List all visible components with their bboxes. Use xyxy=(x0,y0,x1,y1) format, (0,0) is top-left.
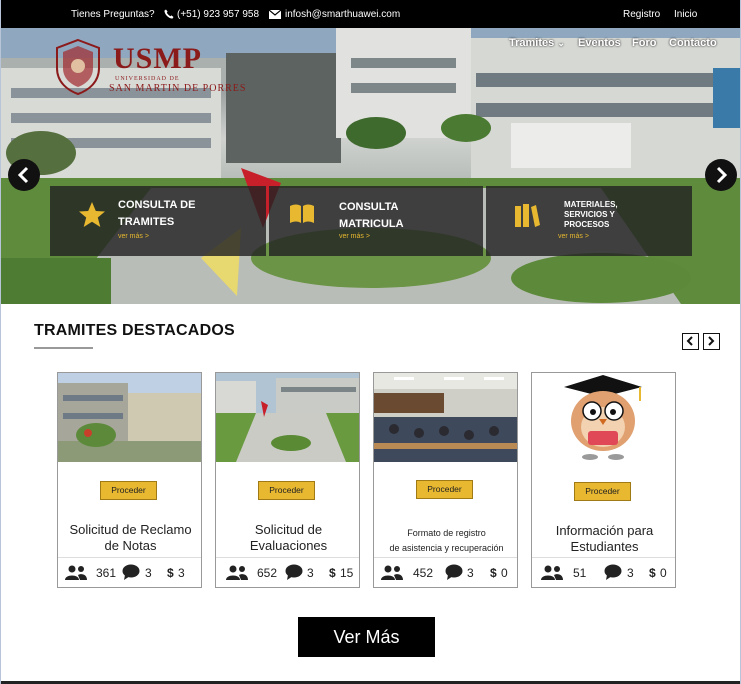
users-icon xyxy=(65,565,87,580)
comments-count: 3 xyxy=(307,566,314,580)
price-value: 15 xyxy=(340,566,354,580)
chevron-right-icon xyxy=(708,336,715,346)
users-count: 361 xyxy=(96,566,117,580)
chevron-left-icon xyxy=(686,336,693,346)
proceder-button[interactable]: Proceder xyxy=(258,481,315,500)
tramite-card: Proceder Formato de registro de asistenci… xyxy=(373,372,518,588)
comments-count: 3 xyxy=(627,566,634,580)
comments-count: 3 xyxy=(467,566,474,580)
card-image xyxy=(58,373,201,462)
quick-link-materiales[interactable]: MATERIALES, SERVICIOS Y PROCESOS ver más > xyxy=(486,186,692,256)
comments-count: 3 xyxy=(145,566,152,580)
price-value: 0 xyxy=(501,566,508,580)
comment-icon xyxy=(445,564,463,580)
campus-photo xyxy=(1,28,740,304)
page: Tienes Preguntas? (+51) 923 957 958 info… xyxy=(0,0,741,684)
dollar-icon: $ xyxy=(490,566,497,580)
chevron-right-icon xyxy=(716,166,728,184)
home-link[interactable]: Inicio xyxy=(674,9,697,20)
card-image xyxy=(374,373,517,462)
card-title: Estudiantes xyxy=(570,539,639,554)
section-underline xyxy=(34,347,93,349)
card-title: Solicitud de Reclamo xyxy=(69,522,192,537)
comment-icon xyxy=(122,564,140,580)
top-bar: Tienes Preguntas? (+51) 923 957 958 info… xyxy=(1,0,740,28)
hero-slider: Tramites ⌄ Eventos Foro Contacto USMP UN… xyxy=(1,28,740,304)
users-icon xyxy=(541,565,563,580)
quick-link-title: SERVICIOS Y xyxy=(564,210,615,219)
card-title: Solicitud de xyxy=(254,522,323,537)
nav-tramites[interactable]: Tramites ⌄ xyxy=(509,37,565,49)
quick-link-title: MATRICULA xyxy=(339,218,404,230)
card-title: Evaluaciones xyxy=(249,538,328,553)
card-image xyxy=(216,373,359,462)
quick-link-title: CONSULTA xyxy=(339,201,399,213)
card-image xyxy=(532,373,675,462)
proceder-button[interactable]: Proceder xyxy=(574,482,631,501)
nav-foro[interactable]: Foro xyxy=(632,37,656,49)
comment-icon xyxy=(604,564,622,580)
tramite-card: Proceder Solicitud de Reclamo de Notas 36… xyxy=(57,372,202,588)
quick-link-title: PROCESOS xyxy=(564,220,610,229)
quick-link-more[interactable]: ver más > xyxy=(339,233,370,240)
book-icon xyxy=(290,204,314,223)
price-value: 0 xyxy=(660,566,667,580)
users-icon xyxy=(381,565,403,580)
users-count: 652 xyxy=(257,566,278,580)
nav-tramites-label: Tramites xyxy=(509,37,555,49)
questions-text: Tienes Preguntas? xyxy=(71,9,155,20)
slider-prev-button[interactable] xyxy=(8,159,40,191)
logo-title: USMP xyxy=(113,42,202,75)
dollar-icon: $ xyxy=(649,566,656,580)
usmp-crest-logo xyxy=(56,38,100,96)
quick-link-more[interactable]: ver más > xyxy=(118,233,149,240)
chevron-down-icon: ⌄ xyxy=(557,38,565,48)
chevron-left-icon xyxy=(17,166,29,184)
phone-number[interactable]: (+51) 923 957 958 xyxy=(177,9,259,20)
carousel-prev-button[interactable] xyxy=(682,333,699,350)
dollar-icon: $ xyxy=(167,566,174,580)
nav-contacto[interactable]: Contacto xyxy=(669,37,717,49)
slider-next-button[interactable] xyxy=(705,159,737,191)
books-icon xyxy=(515,204,540,227)
dollar-icon: $ xyxy=(329,566,336,580)
card-stats: 51 3 $ 0 xyxy=(532,557,675,587)
proceder-button[interactable]: Proceder xyxy=(416,480,473,499)
quick-link-matricula[interactable]: CONSULTA MATRICULA ver más > xyxy=(269,186,483,256)
users-icon xyxy=(226,565,248,580)
quick-link-title: CONSULTA DE xyxy=(118,199,196,211)
proceder-button[interactable]: Proceder xyxy=(100,481,157,500)
ver-mas-button[interactable]: Ver Más xyxy=(298,617,435,657)
quick-link-title: TRAMITES xyxy=(118,216,175,228)
logo-subtitle-1: UNIVERSIDAD DE xyxy=(115,76,180,82)
card-title: Formato de registro xyxy=(407,528,486,538)
tramite-card: Proceder Información para Estudiantes 51 … xyxy=(531,372,676,588)
card-stats: 361 3 $ 3 xyxy=(58,557,201,587)
price-value: 3 xyxy=(178,566,185,580)
card-title: de asistencia y recuperación xyxy=(389,543,504,553)
logo-subtitle-2: SAN MARTIN DE PORRES xyxy=(109,83,247,94)
register-link[interactable]: Registro xyxy=(623,9,660,20)
carousel-next-button[interactable] xyxy=(703,333,720,350)
comment-icon xyxy=(285,564,303,580)
star-icon xyxy=(79,202,105,227)
phone-icon xyxy=(164,9,174,19)
users-count: 452 xyxy=(413,566,434,580)
mail-icon xyxy=(269,10,281,19)
quick-link-title: MATERIALES, xyxy=(564,200,618,209)
tramite-card: Proceder Solicitud de Evaluaciones 652 3 … xyxy=(215,372,360,588)
card-stats: 452 3 $ 0 xyxy=(374,557,517,587)
section-title: TRAMITES DESTACADOS xyxy=(34,322,235,339)
card-stats: 652 3 $ 15 xyxy=(216,557,359,587)
nav-eventos[interactable]: Eventos xyxy=(578,37,621,49)
quick-link-tramites[interactable]: CONSULTA DE TRAMITES ver más > xyxy=(50,186,266,256)
card-title: de Notas xyxy=(104,538,157,553)
card-title: Información para xyxy=(555,523,654,538)
users-count: 51 xyxy=(573,566,587,580)
email-address[interactable]: infosh@smarthuawei.com xyxy=(285,9,400,20)
quick-link-more[interactable]: ver más > xyxy=(558,233,589,240)
